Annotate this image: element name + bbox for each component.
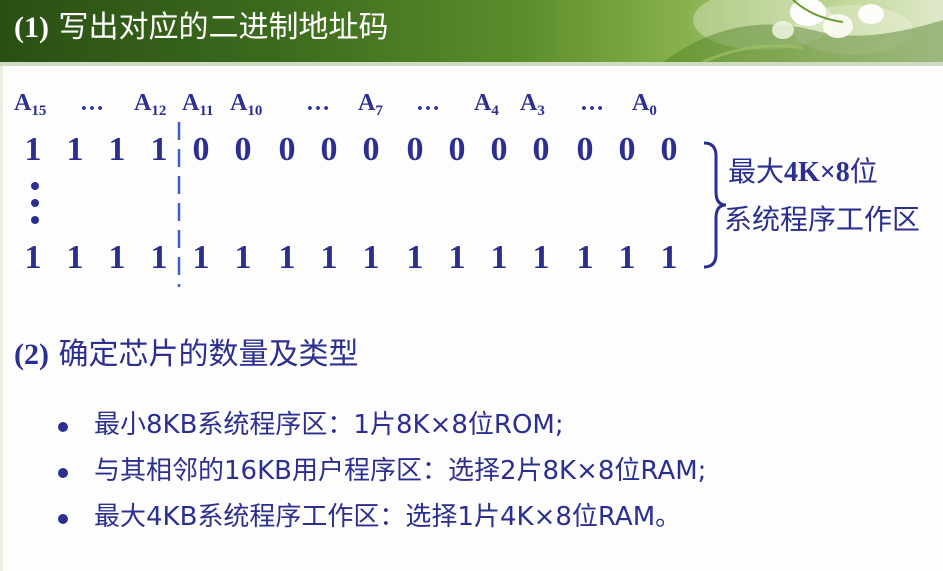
banner-divider bbox=[0, 62, 943, 66]
address-bit: 1 bbox=[362, 239, 380, 276]
list-item-text: 与其相邻的16KB用户程序区：选择2片8K×8位RAM; bbox=[94, 456, 707, 486]
address-bit: 0 bbox=[234, 131, 252, 168]
address-bit: 1 bbox=[66, 131, 84, 168]
brace-label-area: 系统程序工作区 bbox=[724, 203, 921, 236]
address-bit: 1 bbox=[150, 239, 168, 276]
address-bit: 1 bbox=[234, 239, 252, 276]
title-number: (1) bbox=[14, 11, 49, 44]
list-item-text: 最小8KB系统程序区：1片8K×8位ROM; bbox=[94, 410, 564, 440]
address-bit: 0 bbox=[532, 131, 550, 168]
address-bit: 1 bbox=[108, 131, 126, 168]
address-split-divider bbox=[177, 122, 181, 287]
address-bit: 0 bbox=[192, 131, 210, 168]
address-bit: 1 bbox=[576, 239, 594, 276]
address-bit: 0 bbox=[448, 131, 466, 168]
section-2-title: (2) 确定芯片的数量及类型 bbox=[14, 335, 359, 375]
bullet-icon bbox=[58, 514, 68, 524]
addr-label-a7: A7 bbox=[358, 90, 383, 119]
slide: (1) 写出对应的二进制地址码 A15 … A12 A11 A10 … A7 …… bbox=[0, 0, 943, 571]
address-bit: 1 bbox=[24, 239, 42, 276]
addr-label-a4: A4 bbox=[474, 90, 499, 119]
addr-label-a11: A11 bbox=[182, 90, 214, 119]
address-bit: 1 bbox=[660, 239, 678, 276]
addr-ellipsis: … bbox=[80, 90, 104, 116]
page-title: (1) 写出对应的二进制地址码 bbox=[14, 8, 389, 48]
addr-label-a3: A3 bbox=[520, 90, 545, 119]
address-bit: 1 bbox=[108, 239, 126, 276]
address-bit: 0 bbox=[618, 131, 636, 168]
addr-ellipsis: … bbox=[416, 90, 440, 116]
lily-of-the-valley-image bbox=[663, 0, 943, 62]
left-edge-stripe bbox=[0, 66, 3, 571]
address-bit: 1 bbox=[192, 239, 210, 276]
address-bit: 0 bbox=[406, 131, 424, 168]
address-bit: 0 bbox=[278, 131, 296, 168]
address-bit: 1 bbox=[150, 131, 168, 168]
header-banner: (1) 写出对应的二进制地址码 bbox=[0, 0, 943, 62]
address-bit: 1 bbox=[66, 239, 84, 276]
addr-ellipsis: … bbox=[580, 90, 604, 116]
address-bit: 0 bbox=[576, 131, 594, 168]
brace-label-size: 最大4K×8位 bbox=[728, 155, 878, 188]
address-bit: 1 bbox=[448, 239, 466, 276]
address-bit: 1 bbox=[618, 239, 636, 276]
address-bit: 0 bbox=[490, 131, 508, 168]
address-bit: 0 bbox=[362, 131, 380, 168]
address-bit: 1 bbox=[532, 239, 550, 276]
section-2-text: 确定芯片的数量及类型 bbox=[58, 337, 359, 372]
addr-label-a0: A0 bbox=[632, 90, 657, 119]
title-text: 写出对应的二进制地址码 bbox=[58, 10, 389, 45]
list-item-text: 最大4KB系统程序工作区：选择1片4K×8位RAM。 bbox=[94, 502, 682, 532]
addr-label-a10: A10 bbox=[230, 90, 263, 119]
vertical-ellipsis-icon bbox=[31, 182, 39, 224]
address-bit: 1 bbox=[24, 131, 42, 168]
address-bit: 1 bbox=[278, 239, 296, 276]
address-bit: 0 bbox=[320, 131, 338, 168]
bullet-icon bbox=[58, 422, 68, 432]
bullet-icon bbox=[58, 468, 68, 478]
address-bit: 1 bbox=[406, 239, 424, 276]
section-2-number: (2) bbox=[14, 338, 49, 371]
addr-label-a15: A15 bbox=[14, 90, 47, 119]
address-bit: 0 bbox=[660, 131, 678, 168]
address-bit: 1 bbox=[490, 239, 508, 276]
addr-label-a12: A12 bbox=[134, 90, 167, 119]
addr-ellipsis: … bbox=[306, 90, 330, 116]
address-bit: 1 bbox=[320, 239, 338, 276]
